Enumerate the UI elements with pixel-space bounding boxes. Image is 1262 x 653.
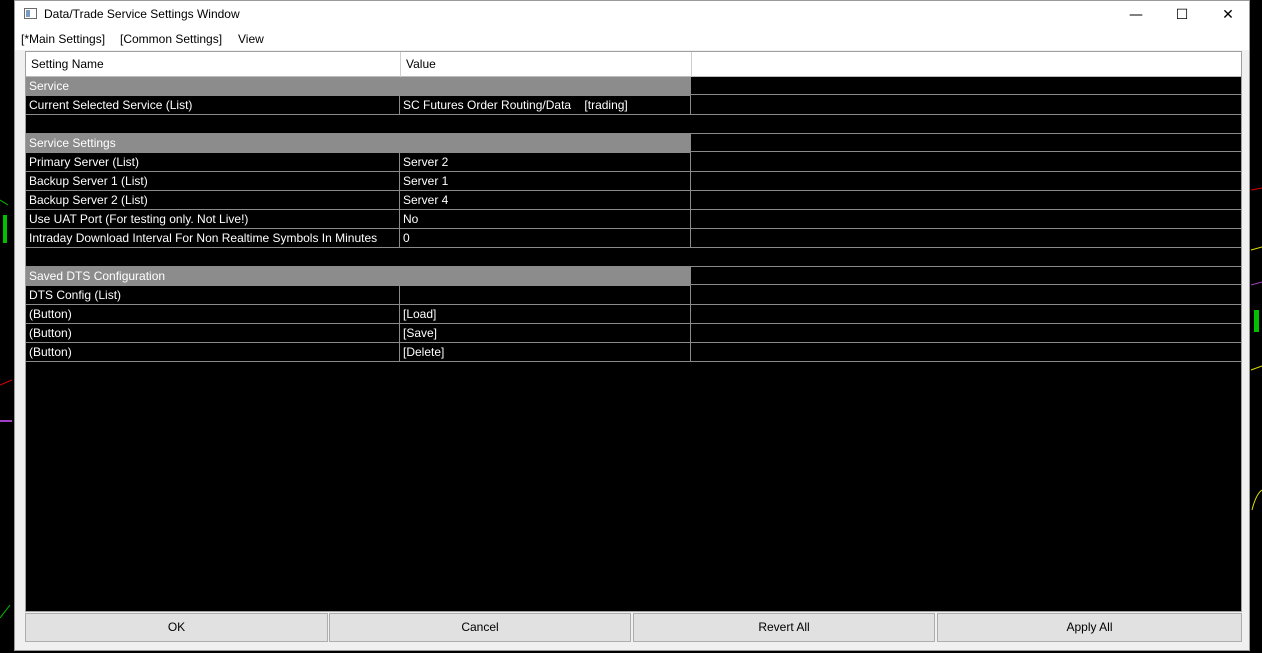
setting-name: Backup Server 2 (List) <box>26 191 400 209</box>
section-header-service: Service <box>26 77 1241 96</box>
setting-value[interactable] <box>400 286 691 304</box>
section-title: Service <box>26 77 691 96</box>
setting-row[interactable]: Current Selected Service (List) SC Futur… <box>26 96 1241 115</box>
save-button[interactable]: [Save] <box>400 324 691 342</box>
maximize-button[interactable]: ☐ <box>1159 1 1205 29</box>
window-title: Data/Trade Service Settings Window <box>44 7 240 21</box>
chart-candle <box>3 215 7 243</box>
setting-value[interactable]: No <box>400 210 691 228</box>
setting-name: (Button) <box>26 343 400 361</box>
settings-grid[interactable]: Setting Name Value Service Current Selec… <box>25 51 1242 612</box>
setting-value[interactable]: Server 1 <box>400 172 691 190</box>
delete-button[interactable]: [Delete] <box>400 343 691 361</box>
menu-bar: [*Main Settings] [Common Settings] View <box>15 29 1249 50</box>
setting-row[interactable]: Primary Server (List) Server 2 <box>26 153 1241 172</box>
button-bar: OK Cancel Revert All Apply All <box>25 613 1242 643</box>
header-blank <box>692 52 1241 77</box>
setting-value[interactable]: Server 2 <box>400 153 691 171</box>
section-header-saved-dts: Saved DTS Configuration <box>26 267 1241 286</box>
setting-row[interactable]: (Button) [Delete] <box>26 343 1241 362</box>
setting-row[interactable]: Backup Server 2 (List) Server 4 <box>26 191 1241 210</box>
section-title: Saved DTS Configuration <box>26 267 691 286</box>
setting-name: (Button) <box>26 324 400 342</box>
setting-value[interactable]: Server 4 <box>400 191 691 209</box>
setting-name: Primary Server (List) <box>26 153 400 171</box>
spacer-row <box>26 115 1241 134</box>
menu-common-settings[interactable]: [Common Settings] <box>120 32 222 46</box>
setting-name: Use UAT Port (For testing only. Not Live… <box>26 210 400 228</box>
menu-main-settings[interactable]: [*Main Settings] <box>21 32 105 46</box>
menu-view[interactable]: View <box>238 32 264 46</box>
settings-window: Data/Trade Service Settings Window — ☐ ✕… <box>14 0 1250 651</box>
setting-row[interactable]: (Button) [Save] <box>26 324 1241 343</box>
apply-all-button[interactable]: Apply All <box>937 613 1242 642</box>
close-button[interactable]: ✕ <box>1205 1 1251 29</box>
setting-name: (Button) <box>26 305 400 323</box>
setting-row[interactable]: Use UAT Port (For testing only. Not Live… <box>26 210 1241 229</box>
ok-button[interactable]: OK <box>25 613 328 642</box>
setting-value[interactable]: SC Futures Order Routing/Data [trading] <box>400 96 691 114</box>
setting-row[interactable]: Intraday Download Interval For Non Realt… <box>26 229 1241 248</box>
revert-all-button[interactable]: Revert All <box>633 613 935 642</box>
setting-row[interactable]: (Button) [Load] <box>26 305 1241 324</box>
setting-row[interactable]: DTS Config (List) <box>26 286 1241 305</box>
grid-header: Setting Name Value <box>26 52 1241 77</box>
setting-name: DTS Config (List) <box>26 286 400 304</box>
header-setting-name[interactable]: Setting Name <box>26 52 401 77</box>
minimize-button[interactable]: — <box>1113 1 1159 29</box>
section-title: Service Settings <box>26 134 691 153</box>
setting-name: Backup Server 1 (List) <box>26 172 400 190</box>
setting-name: Intraday Download Interval For Non Realt… <box>26 229 400 247</box>
cancel-button[interactable]: Cancel <box>329 613 631 642</box>
title-bar[interactable]: Data/Trade Service Settings Window — ☐ ✕ <box>15 1 1249 29</box>
setting-value[interactable]: 0 <box>400 229 691 247</box>
spacer-row <box>26 248 1241 267</box>
setting-row[interactable]: Backup Server 1 (List) Server 1 <box>26 172 1241 191</box>
setting-name: Current Selected Service (List) <box>26 96 400 114</box>
header-value[interactable]: Value <box>401 52 692 77</box>
app-icon <box>24 8 37 19</box>
section-header-service-settings: Service Settings <box>26 134 1241 153</box>
load-button[interactable]: [Load] <box>400 305 691 323</box>
